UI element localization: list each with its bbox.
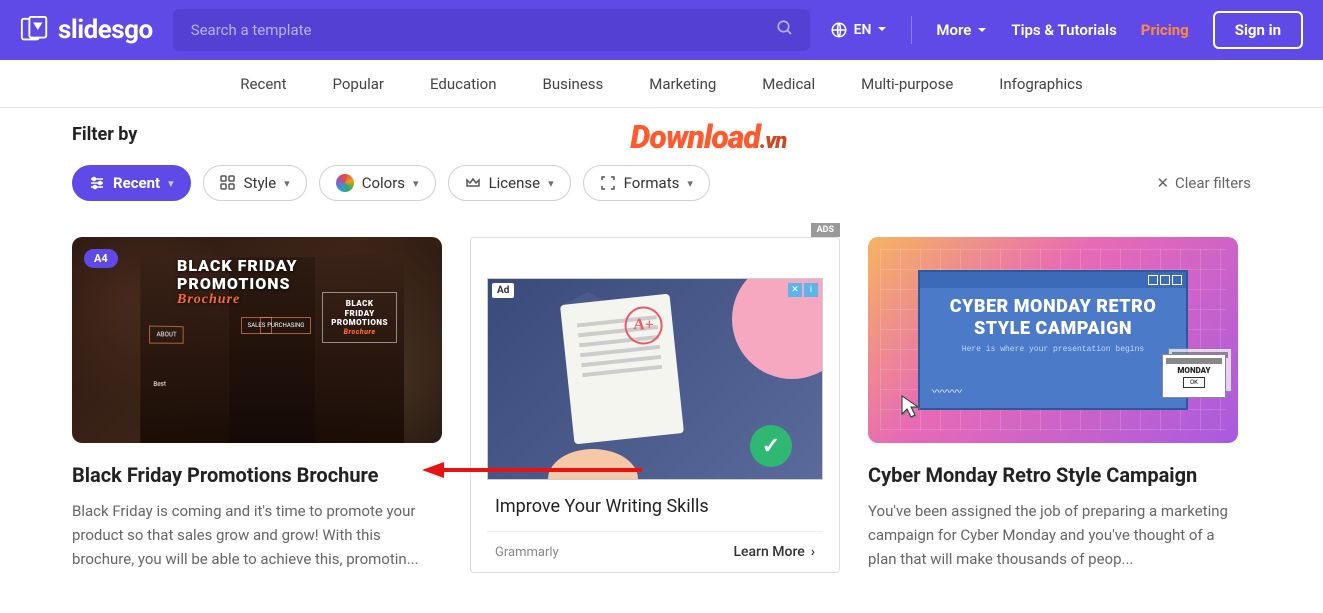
retro-heading: CYBER MONDAY RETRO STYLE CAMPAIGN	[936, 296, 1170, 339]
retro-subtitle: Here is where your presentation begins	[936, 345, 1170, 354]
ad-close-icon[interactable]: ✕	[788, 283, 802, 297]
more-label: More	[936, 21, 971, 39]
nav-education[interactable]: Education	[430, 75, 497, 93]
ad-headline: Improve Your Writing Skills	[487, 480, 823, 532]
card-title: Cyber Monday Retro Style Campaign	[868, 463, 1238, 487]
ad-chip: Ad	[492, 283, 514, 298]
filter-formats-pill[interactable]: Formats ▾	[583, 165, 710, 201]
filter-style-pill[interactable]: Style ▾	[203, 165, 307, 201]
card-thumbnail: A4 BLACK FRIDAY PROMOTIONS Brochure ABOU…	[72, 237, 442, 443]
card-description: You've been assigned the job of preparin…	[868, 499, 1238, 571]
template-card-black-friday[interactable]: A4 BLACK FRIDAY PROMOTIONS Brochure ABOU…	[72, 237, 442, 573]
tips-link[interactable]: Tips & Tutorials	[1011, 21, 1116, 39]
grade-badge: A+	[624, 306, 663, 345]
card-title: Black Friday Promotions Brochure	[72, 463, 442, 487]
fullscreen-icon	[600, 175, 616, 191]
nav-popular[interactable]: Popular	[332, 75, 384, 93]
nav-marketing[interactable]: Marketing	[649, 75, 716, 93]
ad-info-icon[interactable]: i	[804, 283, 818, 297]
filter-recent-pill[interactable]: Recent ▾	[72, 165, 191, 201]
sliders-icon	[89, 175, 105, 191]
chevron-down-icon: ▾	[168, 177, 174, 190]
retro-window: CYBER MONDAY RETRO STYLE CAMPAIGN Here i…	[918, 270, 1188, 410]
paper-icon: A+	[560, 294, 684, 445]
thumb-heading: BLACK FRIDAY PROMOTIONS Brochure	[177, 257, 298, 308]
ad-frame[interactable]: Ad ✕ i A+ ✓ Improve Your Writing Ski	[470, 237, 840, 573]
chevron-down-icon	[977, 21, 987, 39]
category-nav: Recent Popular Education Business Market…	[0, 60, 1323, 108]
chevron-down-icon: ▾	[284, 177, 290, 190]
language-button[interactable]: EN	[830, 21, 888, 39]
nav-recent[interactable]: Recent	[240, 75, 286, 93]
grid-icon	[220, 175, 236, 191]
signin-button[interactable]: Sign in	[1213, 11, 1303, 49]
nav-medical[interactable]: Medical	[762, 75, 815, 93]
a4-badge: A4	[84, 249, 118, 268]
content-area: Filter by Recent ▾ Style ▾ Colors ▾ Lice…	[0, 108, 1323, 613]
lang-label: EN	[854, 22, 872, 38]
chevron-right-icon: ›	[811, 544, 815, 560]
search-icon[interactable]	[776, 19, 794, 41]
filter-by-label: Filter by	[72, 124, 1251, 145]
template-card-cyber-monday[interactable]: CYBER MONDAY RETRO STYLE CAMPAIGN Here i…	[868, 237, 1238, 573]
ad-brand: Grammarly	[495, 545, 559, 560]
header-right: EN More Tips & Tutorials Pricing Sign in	[830, 11, 1303, 49]
search-wrap	[173, 9, 810, 51]
divider	[911, 16, 912, 44]
pricing-link[interactable]: Pricing	[1141, 21, 1189, 39]
filter-row: Recent ▾ Style ▾ Colors ▾ License ▾ Form…	[72, 165, 1251, 201]
card-thumbnail: CYBER MONDAY RETRO STYLE CAMPAIGN Here i…	[868, 237, 1238, 443]
cursor-icon	[898, 392, 928, 426]
ads-badge: ADS	[811, 223, 840, 237]
chevron-down-icon: ▾	[687, 177, 693, 190]
card-description: Black Friday is coming and it's time to …	[72, 499, 442, 571]
ad-cta-button[interactable]: Learn More ›	[733, 544, 815, 560]
crown-icon	[465, 175, 481, 191]
color-wheel-icon	[336, 174, 354, 192]
clear-filters-button[interactable]: ✕ Clear filters	[1156, 174, 1251, 192]
checkmark-icon: ✓	[750, 425, 792, 467]
logo-icon	[20, 16, 50, 44]
filter-colors-pill[interactable]: Colors ▾	[319, 165, 436, 201]
logo-text: slidesgo	[58, 15, 153, 45]
thumb-mini-heading: BLACK FRIDAY PROMOTIONS Brochure	[322, 292, 397, 343]
nav-multi-purpose[interactable]: Multi-purpose	[861, 75, 953, 93]
ad-controls: ✕ i	[788, 283, 818, 297]
nav-infographics[interactable]: Infographics	[999, 75, 1082, 93]
close-icon: ✕	[1156, 174, 1169, 192]
nav-business[interactable]: Business	[543, 75, 604, 93]
filter-license-pill[interactable]: License ▾	[448, 165, 571, 201]
chevron-down-icon	[877, 22, 887, 38]
chevron-down-icon: ▾	[548, 177, 554, 190]
more-button[interactable]: More	[936, 21, 987, 39]
ad-card: ADS Ad ✕ i A+ ✓	[470, 237, 840, 573]
globe-icon	[830, 21, 848, 39]
ad-creative: Ad ✕ i A+ ✓	[487, 278, 823, 480]
search-input[interactable]	[173, 9, 810, 51]
chevron-down-icon: ▾	[413, 177, 419, 190]
cards-grid: A4 BLACK FRIDAY PROMOTIONS Brochure ABOU…	[72, 237, 1251, 573]
top-header: slidesgo EN More Tips & Tutorials Pricin…	[0, 0, 1323, 60]
logo-link[interactable]: slidesgo	[20, 15, 153, 45]
